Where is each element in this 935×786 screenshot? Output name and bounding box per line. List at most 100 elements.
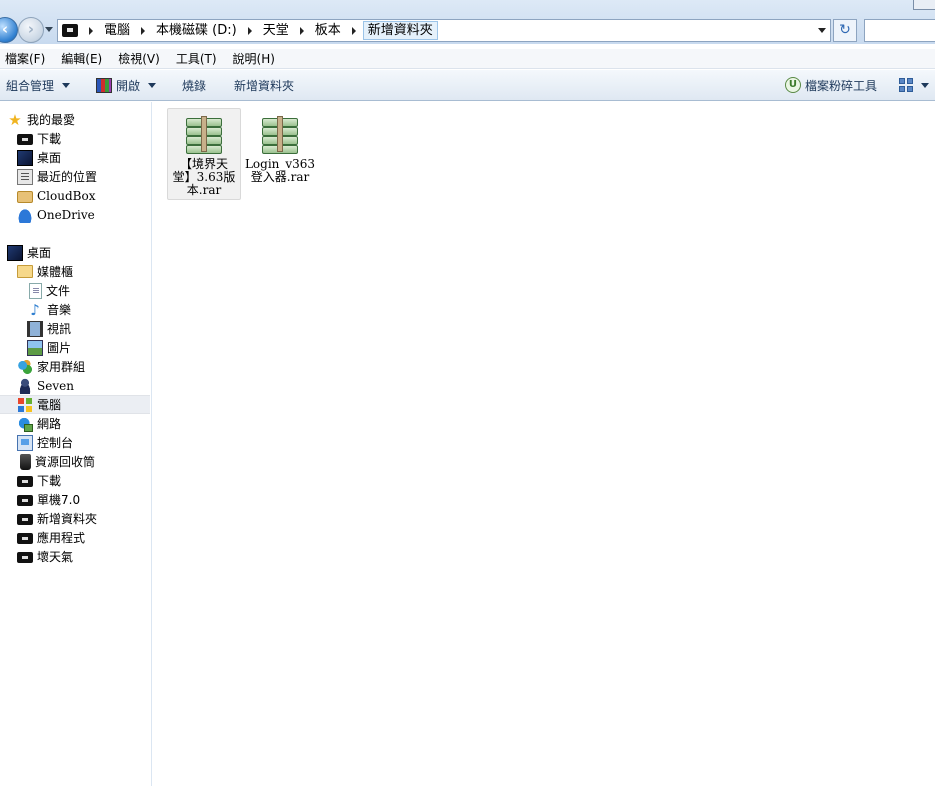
cloudbox-icon [17,190,33,203]
shredder-icon: U [784,77,801,93]
winrar-icon [96,77,113,93]
onedrive-icon [17,206,33,223]
nav-item-videos[interactable]: 視訊 [27,319,71,338]
new-folder-button[interactable]: 新增資料夾 [228,70,300,101]
recent-pages-dropdown-icon[interactable] [45,27,53,32]
nav-item-downloads-folder[interactable]: 下載 [17,471,61,490]
nav-item-downloads[interactable]: 下載 [17,129,61,148]
winrar-archive-icon [181,114,227,154]
nav-item-control-panel[interactable]: 控制台 [17,433,73,452]
breadcrumb-current-folder[interactable]: 新增資料夾 [362,21,438,40]
refresh-button[interactable]: ↻ [833,19,857,42]
nav-item-recycle-bin[interactable]: 資源回收筒 [17,452,95,471]
file-list-pane: 【境界天 堂】3.63版 本.rar Login_v363 登入器.rar [153,102,935,786]
nav-item-user-seven[interactable]: Seven [17,376,74,395]
chevron-right-icon[interactable] [141,26,146,35]
nav-item-documents[interactable]: 文件 [27,281,70,300]
open-label: 開啟 [116,78,141,93]
address-bar[interactable]: 電腦 本機磁碟 (D:) 天堂 板本 新增資料夾 [57,19,831,42]
nav-desktop-label: 桌面 [27,246,52,260]
nav-item-label: 應用程式 [37,531,86,545]
file-shredder-button[interactable]: U 檔案粉碎工具 [779,70,883,101]
nav-item-computer[interactable]: 電腦 [0,395,150,414]
back-button[interactable]: ‹ [0,17,18,43]
new-folder-label: 新增資料夾 [234,78,295,93]
nav-item-applications[interactable]: 應用程式 [17,528,85,547]
nav-favorites[interactable]: ★ 我的最愛 [7,110,75,129]
folder-icon [17,476,33,487]
nav-item-pictures[interactable]: 圖片 [27,338,71,357]
recycle-bin-icon [20,453,31,470]
video-icon [27,320,43,337]
nav-item-label: 電腦 [37,398,62,412]
nav-item-label: 媒體櫃 [37,265,74,279]
breadcrumb-computer[interactable]: 電腦 [100,20,134,41]
nav-item-label: 壞天氣 [37,550,74,564]
menu-tools[interactable]: 工具(T) [168,50,225,67]
burn-button[interactable]: 燒錄 [176,70,212,101]
burn-label: 燒錄 [182,78,207,93]
open-button[interactable]: 開啟 [90,70,162,101]
nav-item-label: 圖片 [47,341,72,355]
nav-item-label: CloudBox [37,188,96,203]
nav-item-homegroup[interactable]: 家用群組 [17,357,85,376]
nav-item-libraries[interactable]: 媒體櫃 [17,262,73,281]
file-item[interactable]: Login_v363 登入器.rar [243,109,317,189]
recent-places-icon [17,168,33,185]
star-icon: ★ [8,110,22,129]
library-icon [17,265,33,278]
desktop-icon [17,149,33,166]
organize-button[interactable]: 組合管理 [0,70,76,101]
nav-item-label: 單機7.0 [37,493,81,507]
menu-bar: 檔案(F) 編輯(E) 檢視(V) 工具(T) 說明(H) [0,49,935,69]
nav-item-music[interactable]: ♪ 音樂 [27,300,71,319]
breadcrumb-drive-d[interactable]: 本機磁碟 (D:) [152,20,241,41]
file-item[interactable]: 【境界天 堂】3.63版 本.rar [167,108,241,200]
nav-item-network[interactable]: 網路 [17,414,61,433]
nav-item-cloudbox[interactable]: CloudBox [17,186,95,205]
nav-item-new-folder[interactable]: 新增資料夾 [17,509,97,528]
nav-item-desktop[interactable]: 桌面 [17,148,61,167]
breadcrumb: 電腦 本機磁碟 (D:) 天堂 板本 新增資料夾 [58,20,438,41]
user-icon [17,377,33,394]
nav-item-label: 桌面 [37,151,62,165]
nav-item-label: 視訊 [47,322,72,336]
breadcrumb-version[interactable]: 板本 [311,20,345,41]
chevron-right-icon[interactable] [247,26,252,35]
nav-item-recent-places[interactable]: 最近的位置 [17,167,97,186]
navigation-pane: ★ 我的最愛 下載 桌面 最近的位置 CloudBox OneDrive 桌面 … [0,102,152,786]
chevron-down-icon[interactable] [148,82,157,88]
menu-help[interactable]: 說明(H) [225,50,283,67]
organize-label: 組合管理 [6,78,55,93]
nav-item-label: 家用群組 [37,360,86,374]
folder-icon [62,24,78,37]
nav-item-label: 下載 [37,132,62,146]
menu-edit[interactable]: 編輯(E) [53,50,110,67]
menu-file[interactable]: 檔案(F) [0,50,53,67]
nav-item-label: 網路 [37,417,62,431]
address-history-dropdown-icon[interactable] [818,28,826,33]
forward-button[interactable]: › [18,17,44,43]
nav-item-label: 最近的位置 [37,170,98,184]
file-name-line: 登入器.rar [250,170,310,184]
chevron-right-icon[interactable] [89,26,93,35]
chevron-right-icon[interactable] [351,26,356,35]
nav-item-standalone-7[interactable]: 單機7.0 [17,490,80,509]
change-view-button[interactable] [893,70,935,101]
folder-icon [17,533,33,544]
chevron-right-icon[interactable] [299,26,304,35]
nav-item-label: OneDrive [37,207,95,222]
window-control-button[interactable] [913,0,935,10]
folder-icon [17,134,33,145]
command-bar: 組合管理 開啟 燒錄 新增資料夾 U 檔案粉碎工具 [0,70,935,101]
nav-desktop-root[interactable]: 桌面 [7,243,51,262]
nav-item-onedrive[interactable]: OneDrive [17,205,95,224]
menu-view[interactable]: 檢視(V) [110,50,168,67]
breadcrumb-lineage[interactable]: 天堂 [259,20,293,41]
chevron-down-icon[interactable] [921,82,929,88]
search-input[interactable] [864,19,935,42]
folder-icon [17,514,33,525]
nav-item-bad-weather[interactable]: 壞天氣 [17,547,73,566]
pictures-icon [27,339,43,356]
music-icon: ♪ [30,300,40,319]
